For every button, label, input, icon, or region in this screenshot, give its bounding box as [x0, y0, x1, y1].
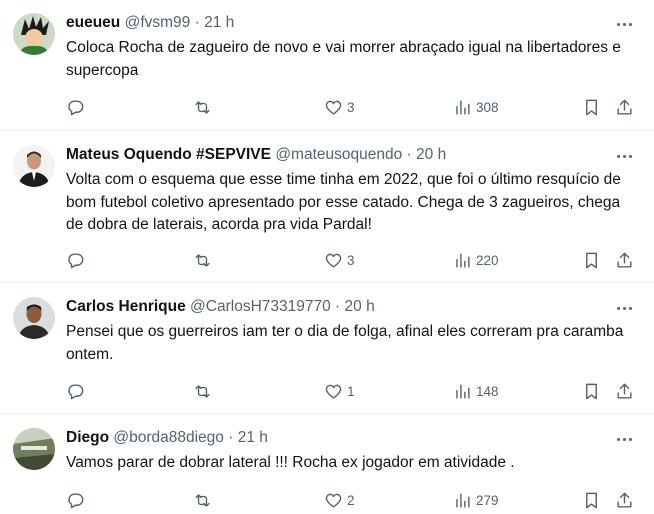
views-button[interactable]: 148 [453, 381, 499, 401]
like-count: 3 [347, 252, 355, 268]
retweet-button[interactable] [193, 97, 216, 117]
share-icon [617, 492, 632, 508]
action-bar: 3 308 [66, 97, 640, 117]
tweet-text: Pensei que os guerreiros iam ter o dia d… [66, 323, 624, 363]
action-bar: 3 220 [66, 250, 640, 270]
bookmark-button[interactable] [582, 381, 601, 401]
tweet-header: Carlos Henrique @CarlosH73319770 · 20 h [66, 297, 614, 317]
action-bar: 2 279 [66, 490, 640, 510]
share-icon [617, 252, 632, 268]
share-icon [617, 99, 632, 115]
timestamp[interactable]: 20 h [345, 298, 375, 315]
timestamp[interactable]: 21 h [238, 429, 268, 446]
like-button[interactable]: 1 [324, 381, 355, 401]
like-icon [325, 384, 342, 399]
retweet-button[interactable] [193, 490, 216, 510]
tweet-text: Vamos parar de dobrar lateral !!! Rocha … [66, 454, 515, 471]
tweet-header: Diego @borda88diego · 21 h [66, 428, 614, 448]
share-button[interactable] [615, 97, 634, 117]
retweet-icon [195, 253, 210, 267]
bookmark-icon [586, 252, 597, 268]
share-button[interactable] [615, 250, 634, 270]
views-icon [456, 492, 470, 508]
retweet-button[interactable] [193, 250, 216, 270]
views-button[interactable]: 220 [453, 250, 499, 270]
display-name[interactable]: Mateus Oquendo #SEPVIVE [66, 146, 271, 163]
reply-feed: eueueu @fvsm99 · 21 h Coloca Rocha de za… [0, 0, 654, 514]
like-button[interactable]: 3 [324, 250, 355, 270]
retweet-icon [195, 493, 210, 507]
reply-icon [68, 492, 84, 508]
avatar[interactable] [13, 145, 55, 187]
like-count: 3 [347, 99, 355, 115]
tweet[interactable]: eueueu @fvsm99 · 21 h Coloca Rocha de za… [0, 0, 654, 131]
separator-dot: · [228, 429, 234, 446]
tweet-header: eueueu @fvsm99 · 21 h [66, 13, 614, 33]
views-button[interactable]: 279 [453, 490, 499, 510]
bookmark-button[interactable] [582, 97, 601, 117]
views-icon [456, 99, 470, 115]
avatar[interactable] [13, 13, 55, 55]
bookmark-button[interactable] [582, 250, 601, 270]
tweet[interactable]: Mateus Oquendo #SEPVIVE @mateusoquendo ·… [0, 131, 654, 283]
views-count: 308 [476, 99, 499, 115]
retweet-icon [195, 100, 210, 114]
bookmark-icon [586, 492, 597, 508]
tweet[interactable]: Carlos Henrique @CarlosH73319770 · 20 h … [0, 283, 654, 414]
views-icon [456, 252, 470, 268]
like-count: 2 [347, 492, 355, 508]
display-name[interactable]: Diego [66, 429, 109, 446]
bookmark-icon [586, 99, 597, 115]
like-button[interactable]: 2 [324, 490, 355, 510]
retweet-icon [195, 384, 210, 398]
views-count: 279 [476, 492, 499, 508]
separator-dot: · [406, 146, 412, 163]
reply-icon [68, 252, 84, 268]
tweet-header: Mateus Oquendo #SEPVIVE @mateusoquendo ·… [66, 145, 614, 165]
avatar[interactable] [13, 297, 55, 339]
more-icon[interactable] [614, 146, 634, 166]
bookmark-icon [586, 383, 597, 399]
user-handle[interactable]: @CarlosH73319770 [190, 298, 331, 315]
like-icon [325, 100, 342, 115]
reply-button[interactable] [66, 250, 89, 270]
retweet-button[interactable] [193, 381, 216, 401]
reply-button[interactable] [66, 381, 89, 401]
timestamp[interactable]: 21 h [204, 14, 234, 31]
user-handle[interactable]: @fvsm99 [125, 14, 191, 31]
like-icon [325, 493, 342, 508]
reply-button[interactable] [66, 97, 89, 117]
tweet-text: Volta com o esquema que esse time tinha … [66, 171, 621, 233]
views-button[interactable]: 308 [453, 97, 499, 117]
action-bar: 1 148 [66, 381, 640, 401]
more-icon[interactable] [614, 429, 634, 449]
reply-button[interactable] [66, 490, 89, 510]
tweet[interactable]: Diego @borda88diego · 21 h Vamos parar d… [0, 414, 654, 514]
more-icon[interactable] [614, 14, 634, 34]
display-name[interactable]: Carlos Henrique [66, 298, 186, 315]
more-icon[interactable] [614, 298, 634, 318]
reply-icon [68, 99, 84, 115]
tweet-text: Coloca Rocha de zagueiro de novo e vai m… [66, 39, 621, 79]
share-icon [617, 383, 632, 399]
timestamp[interactable]: 20 h [416, 146, 446, 163]
user-handle[interactable]: @borda88diego [113, 429, 224, 446]
avatar[interactable] [13, 428, 55, 470]
reply-icon [68, 383, 84, 399]
display-name[interactable]: eueueu [66, 14, 120, 31]
share-button[interactable] [615, 490, 634, 510]
like-button[interactable]: 3 [324, 97, 355, 117]
bookmark-button[interactable] [582, 490, 601, 510]
like-icon [325, 253, 342, 268]
views-count: 148 [476, 383, 499, 399]
views-icon [456, 383, 470, 399]
separator-dot: · [335, 298, 341, 315]
views-count: 220 [476, 252, 499, 268]
separator-dot: · [194, 14, 200, 31]
like-count: 1 [347, 383, 355, 399]
user-handle[interactable]: @mateusoquendo [275, 146, 402, 163]
share-button[interactable] [615, 381, 634, 401]
